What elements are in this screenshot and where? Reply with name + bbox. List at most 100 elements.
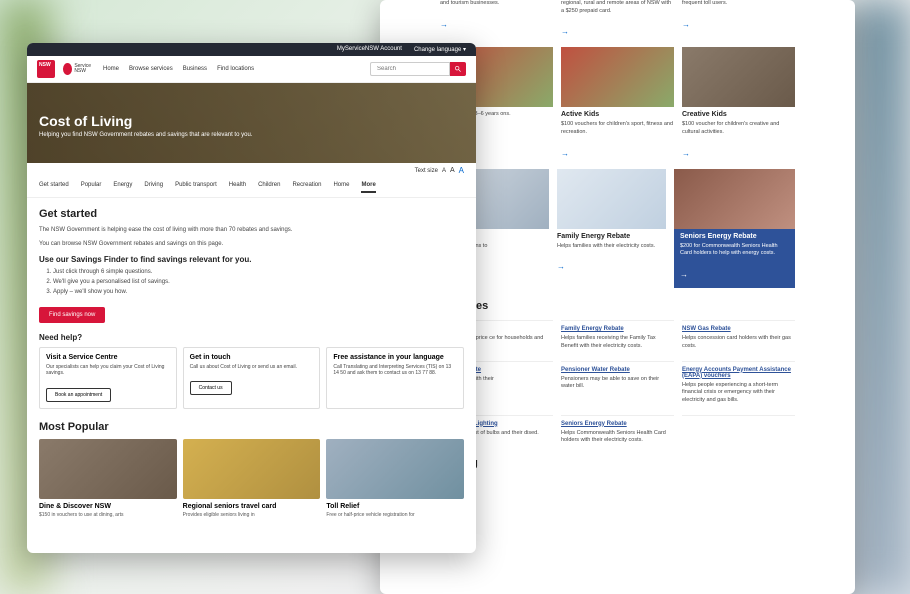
- subnav-item[interactable]: Driving: [144, 182, 163, 193]
- utilities-heading: d utilities: [440, 300, 795, 312]
- intro-text: The NSW Government is helping ease the c…: [39, 226, 464, 234]
- popular-card-toll[interactable]: Toll Relief Free or half-price vehicle r…: [326, 439, 464, 524]
- card-text: $100 voucher for children's creative and…: [682, 121, 795, 136]
- subnav-item[interactable]: Get started: [39, 182, 69, 193]
- popular-card-seniors[interactable]: Regional seniors travel card Provides el…: [183, 439, 321, 524]
- driving-heading: Driving: [440, 457, 795, 469]
- subnav-item[interactable]: Health: [229, 182, 246, 193]
- util-text: Helps concession card holders with their…: [682, 335, 795, 350]
- subnav-item[interactable]: Energy: [113, 182, 132, 193]
- logo-text: ServiceNSW: [74, 64, 91, 74]
- card-seniors-energy[interactable]: Seniors Energy Rebate $200 for Commonwea…: [674, 169, 795, 288]
- help-card-title: Free assistance in your language: [333, 354, 457, 361]
- util-text: Helps families receiving the Family Tax …: [561, 335, 674, 350]
- steps-list: Just click through 6 simple questions. W…: [53, 269, 464, 295]
- arrow-icon[interactable]: →: [561, 149, 569, 158]
- card-text: frequent toll users.: [682, 0, 795, 8]
- service-nsw-logo[interactable]: ServiceNSW: [63, 62, 91, 76]
- arrow-icon[interactable]: →: [440, 20, 448, 29]
- card-text: $100 vouchers for children's sport, fitn…: [561, 121, 674, 136]
- card-image: [674, 169, 795, 229]
- text-size-medium[interactable]: A: [450, 167, 455, 174]
- card-text: $150 in vouchers to use at dining, arts: [39, 512, 177, 518]
- util-card: NSW Gas Rebate Helps concession card hold…: [682, 320, 795, 350]
- help-card-text: Call Translating and Interpreting Servic…: [333, 364, 457, 377]
- nav-home[interactable]: Home: [103, 66, 119, 72]
- util-link[interactable]: Pensioner Water Rebate: [561, 367, 674, 373]
- util-text: Helps Commonwealth Seniors Health Card h…: [561, 430, 674, 445]
- search-input[interactable]: [370, 62, 450, 76]
- arrow-icon[interactable]: →: [557, 262, 565, 271]
- subnav-item[interactable]: Public transport: [175, 182, 217, 193]
- logo-icon: [63, 63, 72, 75]
- text-size-large[interactable]: A: [459, 166, 464, 175]
- card-text: Helps families with their electricity co…: [557, 243, 666, 251]
- card-regional: regional, rural and remote areas of NSW …: [561, 0, 674, 39]
- util-text: Helps people experiencing a short-term f…: [682, 382, 795, 405]
- search: [370, 62, 466, 76]
- card-image: [326, 439, 464, 499]
- text-size-control: Text size A A A: [27, 163, 476, 178]
- step-item: We'll give you a personalised list of sa…: [53, 279, 464, 285]
- arrow-icon[interactable]: →: [682, 20, 690, 29]
- subnav-item[interactable]: Popular: [81, 182, 102, 193]
- help-heading: Need help?: [39, 333, 464, 342]
- nsw-logo[interactable]: [37, 60, 55, 78]
- card-text: Free or half-price vehicle registration …: [326, 512, 464, 518]
- card-image: [39, 439, 177, 499]
- card-title: Active Kids: [561, 111, 674, 118]
- card-family-energy[interactable]: Family Energy Rebate Helps families with…: [557, 169, 666, 288]
- nav-locations[interactable]: Find locations: [217, 66, 254, 72]
- subnav-item-more[interactable]: More: [361, 182, 375, 193]
- text-size-small[interactable]: A: [442, 168, 446, 174]
- arrow-icon[interactable]: →: [561, 27, 569, 36]
- help-card-title: Visit a Service Centre: [46, 354, 170, 361]
- step-item: Just click through 6 simple questions.: [53, 269, 464, 275]
- help-card-visit: Visit a Service Centre Our specialists c…: [39, 347, 177, 409]
- util-link[interactable]: NSW Gas Rebate: [682, 326, 795, 332]
- subnav-item[interactable]: Recreation: [292, 182, 321, 193]
- util-link[interactable]: Seniors Energy Rebate: [561, 421, 674, 427]
- popular-heading: Most Popular: [39, 421, 464, 433]
- contact-us-button[interactable]: Contact us: [190, 381, 232, 395]
- util-card: [682, 415, 795, 445]
- step-item: Apply – we'll show you how.: [53, 289, 464, 295]
- card-active-kids[interactable]: Active Kids $100 vouchers for children's…: [561, 47, 674, 160]
- util-text: Pensioners may be able to save on their …: [561, 376, 674, 391]
- top-bar: MyServiceNSW Account Change language ▾: [27, 43, 476, 56]
- util-link[interactable]: Family Energy Rebate: [561, 326, 674, 332]
- find-savings-button[interactable]: Find savings now: [39, 307, 105, 323]
- nav-business[interactable]: Business: [183, 66, 207, 72]
- card-title: Family Energy Rebate: [557, 233, 666, 240]
- subnav-item[interactable]: Home: [333, 182, 349, 193]
- search-button[interactable]: [450, 62, 466, 76]
- card-title: Seniors Energy Rebate: [680, 233, 789, 240]
- page-title: Cost of Living: [39, 113, 464, 129]
- card-image: [557, 169, 666, 229]
- card-text: $200 for Commonwealth Seniors Health Car…: [680, 243, 789, 258]
- popular-card-dine[interactable]: Dine & Discover NSW $150 in vouchers to …: [39, 439, 177, 524]
- card-image: [561, 47, 674, 107]
- language-toggle[interactable]: Change language ▾: [414, 46, 466, 53]
- util-card: Seniors Energy Rebate Helps Commonwealth …: [561, 415, 674, 445]
- text-size-label: Text size: [415, 168, 438, 174]
- intro-text: You can browse NSW Government rebates an…: [39, 240, 464, 248]
- card-title: Dine & Discover NSW: [39, 503, 177, 510]
- finder-heading: Use our Savings Finder to find savings r…: [39, 255, 464, 264]
- help-card-language: Free assistance in your language Call Tr…: [326, 347, 464, 409]
- card-partial: and tourism businesses. →: [440, 0, 553, 39]
- arrow-icon[interactable]: →: [680, 270, 688, 279]
- card-image: [682, 47, 795, 107]
- book-appointment-button[interactable]: Book an appointment: [46, 388, 111, 402]
- card-text: and tourism businesses.: [440, 0, 553, 8]
- primary-window: MyServiceNSW Account Change language ▾ S…: [27, 43, 476, 553]
- main-nav: Home Browse services Business Find locat…: [103, 66, 254, 72]
- subnav-item[interactable]: Children: [258, 182, 280, 193]
- account-link[interactable]: MyServiceNSW Account: [337, 46, 402, 53]
- util-link[interactable]: Energy Accounts Payment Assistance (EAPA…: [682, 367, 795, 379]
- card-creative-kids[interactable]: Creative Kids $100 voucher for children'…: [682, 47, 795, 160]
- nav-browse[interactable]: Browse services: [129, 66, 173, 72]
- arrow-icon[interactable]: →: [682, 149, 690, 158]
- header: ServiceNSW Home Browse services Business…: [27, 56, 476, 83]
- page-subtitle: Helping you find NSW Government rebates …: [39, 132, 464, 138]
